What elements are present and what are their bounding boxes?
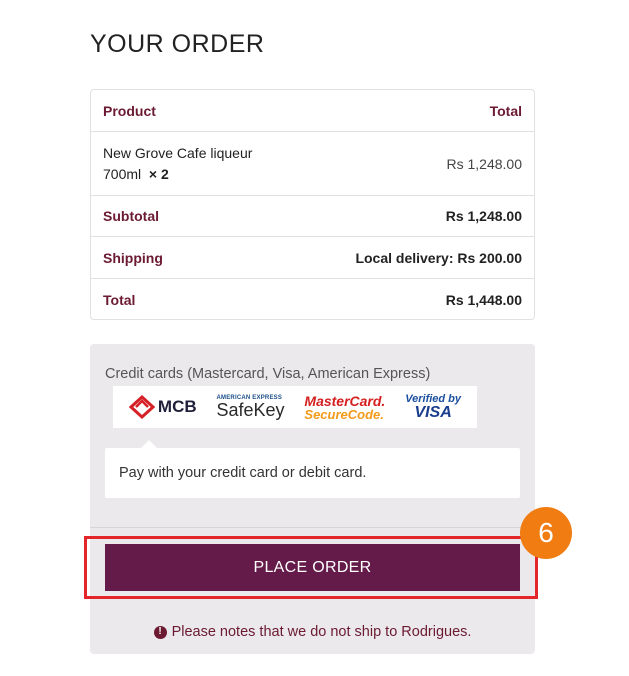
- product-variant-line: 700ml × 2: [103, 164, 252, 185]
- shipping-row: Shipping Local delivery: Rs 200.00: [91, 237, 534, 279]
- table-row: New Grove Cafe liqueur 700ml × 2 Rs 1,24…: [91, 132, 534, 196]
- page-title: YOUR ORDER: [90, 30, 265, 58]
- mcb-logo: MCB: [128, 395, 197, 419]
- total-value: Rs 1,448.00: [445, 291, 522, 308]
- product-quantity: × 2: [148, 165, 169, 182]
- shipping-notice-text: Please notes that we do not ship to Rodr…: [171, 624, 472, 640]
- table-header-row: Product Total: [91, 90, 534, 132]
- column-header-total: Total: [489, 102, 522, 119]
- payment-description: Pay with your credit card or debit card.: [105, 448, 520, 498]
- subtotal-value: Rs 1,248.00: [445, 208, 522, 224]
- payment-description-text: Pay with your credit card or debit card.: [119, 465, 367, 481]
- verified-by-logo-text: Verified by: [405, 392, 462, 405]
- mastercard-securecode-logo: MasterCard. SecureCode.: [304, 394, 385, 421]
- subtotal-label: Subtotal: [103, 208, 159, 224]
- payment-method-label[interactable]: Credit cards (Mastercard, Visa, American…: [105, 366, 430, 382]
- securecode-logo-text: SecureCode.: [304, 406, 384, 422]
- verified-by-visa-logo: Verified by VISA: [405, 392, 462, 421]
- shipping-label: Shipping: [103, 249, 163, 266]
- product-cell: New Grove Cafe liqueur 700ml × 2: [103, 143, 252, 185]
- mcb-emblem-icon: [128, 395, 155, 419]
- shipping-notice: ! Please notes that we do not ship to Ro…: [90, 624, 535, 640]
- mastercard-logo-text: MasterCard.: [304, 392, 386, 409]
- product-variant: 700ml: [103, 165, 142, 182]
- place-order-button[interactable]: PLACE ORDER: [105, 544, 520, 591]
- payment-section: Credit cards (Mastercard, Visa, American…: [90, 344, 535, 654]
- column-header-product: Product: [103, 102, 156, 119]
- total-label: Total: [103, 291, 136, 308]
- step-number-badge: 6: [520, 507, 572, 559]
- total-row: Total Rs 1,448.00: [91, 279, 534, 319]
- mcb-logo-text: MCB: [157, 397, 197, 416]
- visa-logo-text: VISA: [414, 403, 452, 421]
- card-logos: MCB AMERICAN EXPRESS SafeKey MasterCard.…: [113, 386, 477, 428]
- amex-safekey-logo: AMERICAN EXPRESS SafeKey: [217, 395, 285, 419]
- safekey-logo-text: SafeKey: [216, 400, 285, 420]
- divider: [90, 527, 535, 528]
- order-summary-table: Product Total New Grove Cafe liqueur 700…: [90, 89, 535, 320]
- product-name: New Grove Cafe liqueur: [103, 144, 253, 161]
- shipping-value: Local delivery: Rs 200.00: [355, 249, 522, 266]
- product-price: Rs 1,248.00: [446, 155, 523, 172]
- subtotal-row: Subtotal Rs 1,248.00: [91, 196, 534, 237]
- exclamation-icon: !: [153, 625, 167, 639]
